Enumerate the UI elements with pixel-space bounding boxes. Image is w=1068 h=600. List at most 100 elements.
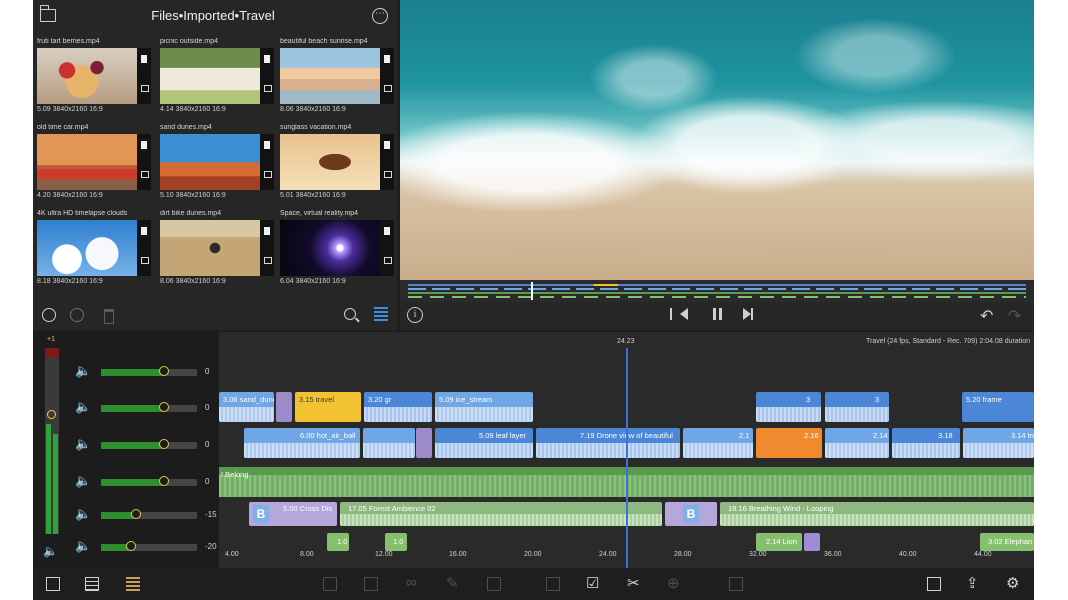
timeline-transition[interactable]: B 5.00 Cross Dis (249, 502, 337, 526)
trash-icon[interactable] (729, 577, 743, 591)
sound-effect-clip[interactable]: 1.0 (385, 533, 407, 551)
gear-icon[interactable]: ⚙ (1006, 574, 1019, 592)
clip-card[interactable]: old time car.mp4 4.20 3840x2160 16:9 (33, 124, 151, 206)
speaker-icon[interactable]: 🔈 (75, 436, 91, 452)
timeline-clip[interactable]: 7.19 Drone view of beautiful (536, 428, 680, 458)
master-clip-indicator (45, 348, 59, 358)
clip-thumbnail[interactable] (280, 220, 380, 276)
select-check-icon[interactable] (42, 308, 56, 322)
audio-clip[interactable]: 18.16 Breathing Wind - Looping (720, 502, 1034, 526)
volume-knob[interactable] (130, 509, 141, 519)
film-icon (384, 141, 390, 149)
select-check-icon[interactable]: ☑ (586, 574, 599, 592)
timeline-clip[interactable]: 3 (756, 392, 821, 422)
link-icon[interactable]: ∞ (406, 574, 417, 591)
timeline-clip[interactable]: 5.20 frame (962, 392, 1034, 422)
clip-card[interactable]: 4K ultra HD timelapse clouds 8.18 3840x2… (33, 210, 151, 292)
undo-icon[interactable]: ↶ (980, 306, 993, 326)
clip-thumbnail[interactable] (160, 220, 260, 276)
clip-card[interactable]: picnic outside.mp4 4.14 3840x2160 16:9 (156, 38, 274, 120)
timeline-transition[interactable] (276, 392, 292, 422)
timeline-clip-selected[interactable]: 2.16 (756, 428, 822, 458)
clip-thumbnail[interactable] (160, 134, 260, 190)
captions-icon[interactable] (546, 577, 560, 591)
info-icon[interactable]: i (407, 307, 423, 323)
search-icon[interactable] (344, 308, 356, 320)
clip-thumbnail[interactable] (160, 48, 260, 104)
timeline[interactable]: 24.23 Travel (24 fps, Standard - Rec. 70… (219, 332, 1034, 568)
camera-icon[interactable] (487, 577, 501, 591)
timeline-clip[interactable]: 6.00 hot_air_ball (244, 428, 360, 458)
timeline-title-clip[interactable]: 3.15 travel (295, 392, 361, 422)
folder-icon[interactable] (39, 5, 56, 22)
clip-card[interactable]: sand dunes.mp4 5.10 3840x2160 16:9 (156, 124, 274, 206)
timeline-clip[interactable]: 3.20 gr (364, 392, 432, 422)
sound-effect-clip[interactable] (804, 533, 820, 551)
speaker-icon[interactable]: 🔈 (75, 399, 91, 415)
clip-thumbnail[interactable] (280, 48, 380, 104)
clip-thumbnail[interactable] (280, 134, 380, 190)
timeline-clip[interactable]: 3.06 sand_dune (219, 392, 274, 422)
breadcrumb[interactable]: Files•Imported•Travel (103, 8, 323, 23)
timeline-transition[interactable]: B (665, 502, 717, 526)
clip-card[interactable]: dirt bike dunes.mp4 8.06 3840x2160 16:9 (156, 210, 274, 292)
clip-thumbnail[interactable] (37, 220, 137, 276)
timeline-clip[interactable] (363, 428, 415, 458)
add-clip-icon[interactable] (323, 577, 337, 591)
timeline-transition[interactable] (416, 428, 432, 458)
sound-effect-clip[interactable]: 1.0 (327, 533, 349, 551)
clip-title: sunglass vacation.mp4 (280, 124, 352, 131)
audio-clip[interactable]: 17.05 Forest Ambience 02 (340, 502, 662, 526)
more-options-icon[interactable]: ⋯ (372, 8, 388, 24)
timeline-clip[interactable]: 2.1 (683, 428, 753, 458)
timeline-playhead[interactable] (626, 348, 628, 568)
scissors-icon[interactable]: ✂ (627, 574, 640, 592)
clip-thumbnail[interactable] (37, 48, 137, 104)
speaker-icon[interactable]: 🔈 (75, 473, 91, 489)
project-scrubber[interactable] (400, 280, 1034, 302)
list-icon[interactable] (85, 577, 99, 591)
clip-filmstrip (435, 407, 533, 422)
timeline-clip[interactable]: 3.14 tree (963, 428, 1034, 458)
skip-forward-icon[interactable] (743, 308, 753, 320)
clip-card[interactable]: fruti tart berries.mp4 5.09 3840x2160 16… (33, 38, 151, 120)
add-icon[interactable]: ⊕ (667, 574, 680, 592)
record-icon[interactable] (70, 308, 84, 322)
clip-card[interactable]: sunglass vacation.mp4 5.01 3840x2160 16:… (276, 124, 394, 206)
clip-title: dirt bike dunes.mp4 (160, 210, 222, 217)
scrubber-playhead[interactable] (531, 282, 533, 300)
pencil-icon[interactable]: ✎ (446, 574, 459, 592)
timeline-clip[interactable]: 5.09 leaf layer (435, 428, 533, 458)
timeline-clip[interactable]: 2.14 (825, 428, 889, 458)
redo-icon[interactable]: ↷ (1008, 306, 1021, 326)
ruler-tick: 12.00 (375, 551, 393, 558)
trash-icon[interactable] (104, 309, 114, 324)
timeline-clip[interactable]: 3 (825, 392, 889, 422)
clip-label: 1.0 (393, 537, 404, 546)
volume-knob[interactable] (125, 541, 136, 551)
master-volume-knob[interactable] (47, 410, 56, 419)
share-icon[interactable]: ⇪ (966, 574, 979, 592)
master-speaker-icon[interactable]: 🔈 (43, 544, 58, 558)
video-viewer[interactable] (400, 0, 1034, 280)
grid-icon[interactable] (126, 577, 140, 591)
sound-effect-clip[interactable]: 3.02 Elephan (980, 533, 1034, 551)
film-icon (141, 55, 147, 63)
sound-effect-clip[interactable]: 2.14 Lion (756, 533, 802, 551)
speaker-icon[interactable]: 🔈 (75, 538, 91, 554)
speaker-icon[interactable]: 🔈 (75, 363, 91, 379)
list-view-icon[interactable] (374, 307, 388, 321)
speaker-icon[interactable]: 🔈 (75, 506, 91, 522)
clip-meta: 5.01 3840x2160 16:9 (280, 192, 346, 199)
skip-back-icon[interactable] (670, 308, 688, 320)
timeline-clip[interactable]: 5.09 ice_stream (435, 392, 533, 422)
split-icon[interactable] (364, 577, 378, 591)
pause-icon[interactable] (713, 308, 716, 320)
ruler-tick: 32.00 (749, 551, 767, 558)
clip-thumbnail[interactable] (37, 134, 137, 190)
layout-icon[interactable] (927, 577, 941, 591)
clip-card[interactable]: beautiful beach sunrise.mp4 8.06 3840x21… (276, 38, 394, 120)
timeline-clip[interactable]: 3.18 (892, 428, 960, 458)
import-icon[interactable] (46, 577, 60, 591)
clip-card[interactable]: Space, virtual reality.mp4 6.04 3840x216… (276, 210, 394, 292)
